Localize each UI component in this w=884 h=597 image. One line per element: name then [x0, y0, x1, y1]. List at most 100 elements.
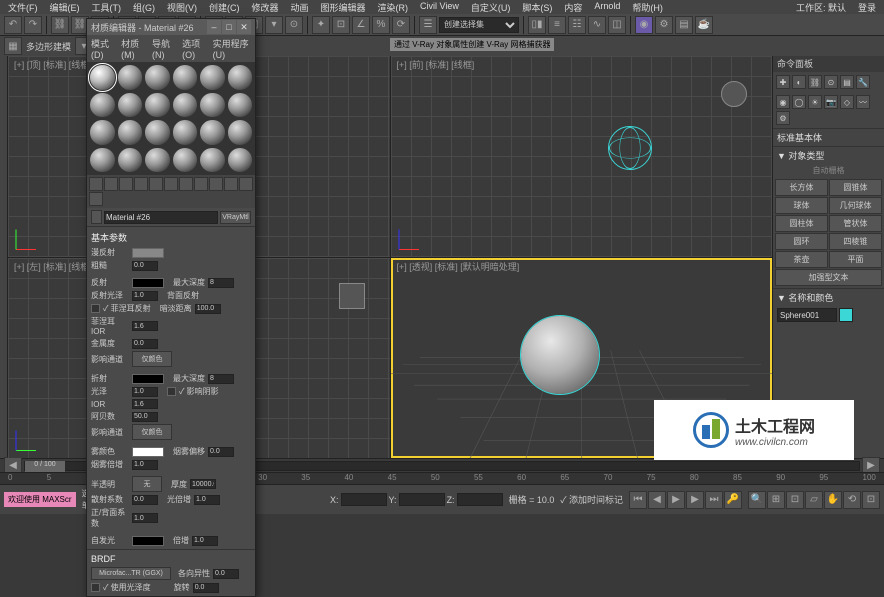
pyramid-button[interactable]: 四棱锥: [829, 233, 882, 250]
menu-render[interactable]: 渲染(R): [378, 1, 409, 13]
make-copy-icon[interactable]: [149, 177, 163, 191]
diffuse-swatch[interactable]: [132, 248, 164, 258]
fog-mult-input[interactable]: [132, 460, 158, 470]
material-slot[interactable]: [228, 120, 253, 145]
hierarchy-tab-icon[interactable]: ⛓: [808, 75, 822, 89]
viewport-top-label[interactable]: [+] [顶] [标准] [线框]: [14, 58, 92, 71]
material-slot[interactable]: [200, 65, 225, 90]
menu-content[interactable]: 内容: [564, 1, 582, 13]
teapot-button[interactable]: 茶壶: [775, 251, 828, 268]
mat-menu-material[interactable]: 材质(M): [121, 37, 146, 60]
time-slider-handle[interactable]: 0 / 100: [25, 461, 65, 473]
cylinder-button[interactable]: 圆柱体: [775, 215, 828, 232]
assign-material-icon[interactable]: [119, 177, 133, 191]
cone-button[interactable]: 圆锥体: [829, 179, 882, 196]
material-slot[interactable]: [145, 148, 170, 173]
material-slot[interactable]: [173, 120, 198, 145]
object-type-rollout[interactable]: ▼ 对象类型: [773, 146, 884, 164]
self-mult-input[interactable]: [192, 536, 218, 546]
material-slot[interactable]: [173, 93, 198, 118]
menu-script[interactable]: 脚本(S): [522, 1, 552, 13]
menu-graph[interactable]: 图形编辑器: [321, 1, 366, 13]
geometry-icon[interactable]: ◉: [776, 95, 790, 109]
viewport-persp-label[interactable]: [+] [透视] [标准] [默认明暗处理]: [397, 260, 520, 273]
metalness-input[interactable]: [132, 339, 158, 349]
name-color-rollout[interactable]: ▼ 名称和颜色: [773, 288, 884, 306]
mat-menu-options[interactable]: 选项(O): [182, 37, 207, 60]
pivot-icon[interactable]: ⊙: [285, 16, 303, 34]
material-slot[interactable]: [173, 148, 198, 173]
snap-icon[interactable]: ⊡: [332, 16, 350, 34]
mat-menu-nav[interactable]: 导航(N): [152, 37, 176, 60]
basic-params-title[interactable]: 基本参数: [91, 229, 251, 246]
go-parent-icon[interactable]: [239, 177, 253, 191]
affect-ch2-dropdown[interactable]: 仅颜色: [132, 424, 172, 440]
menu-create[interactable]: 创建(C): [209, 1, 240, 13]
geosphere-button[interactable]: 几何球体: [829, 197, 882, 214]
material-slot[interactable]: [90, 65, 115, 90]
menu-file[interactable]: 文件(F): [8, 1, 38, 13]
tube-button[interactable]: 管状体: [829, 215, 882, 232]
material-slot[interactable]: [118, 120, 143, 145]
material-slot[interactable]: [200, 148, 225, 173]
workspace-label[interactable]: 工作区: 默认: [796, 1, 846, 13]
undo-icon[interactable]: ↶: [4, 16, 22, 34]
material-id-icon[interactable]: [194, 177, 208, 191]
menu-tools[interactable]: 工具(T): [92, 1, 122, 13]
curve-editor-icon[interactable]: ∿: [588, 16, 606, 34]
brdf-type-dropdown[interactable]: Microfac...TR (GGX): [91, 567, 171, 580]
spacewarps-icon[interactable]: 〰: [856, 95, 870, 109]
material-slot[interactable]: [228, 148, 253, 173]
roughness-input[interactable]: [132, 261, 158, 271]
fwd-input[interactable]: [132, 513, 158, 523]
material-slot[interactable]: [90, 93, 115, 118]
spinner-snap-icon[interactable]: ⟳: [392, 16, 410, 34]
fresnel-checkbox[interactable]: [91, 304, 100, 313]
utilities-tab-icon[interactable]: 🔧: [856, 75, 870, 89]
fog-bias-input[interactable]: [208, 447, 234, 457]
viewcube-icon[interactable]: [339, 283, 365, 309]
ref-coord-icon[interactable]: ▾: [265, 16, 283, 34]
max-depth2-input[interactable]: [208, 374, 234, 384]
mat-menu-mode[interactable]: 模式(D): [91, 37, 115, 60]
material-slot[interactable]: [145, 93, 170, 118]
menu-civil[interactable]: Civil View: [420, 1, 459, 13]
material-slot[interactable]: [118, 65, 143, 90]
affect-shadows-checkbox[interactable]: [167, 387, 176, 396]
refraction-swatch[interactable]: [132, 374, 164, 384]
plane-button[interactable]: 平面: [829, 251, 882, 268]
box-button[interactable]: 长方体: [775, 179, 828, 196]
material-slot[interactable]: [228, 93, 253, 118]
refl-gloss-input[interactable]: [132, 291, 158, 301]
make-unique-icon[interactable]: [164, 177, 178, 191]
rotation-input[interactable]: [193, 583, 219, 593]
ior-input[interactable]: [132, 399, 158, 409]
menu-view[interactable]: 视图(V): [167, 1, 197, 13]
display-tab-icon[interactable]: ▤: [840, 75, 854, 89]
primitive-dropdown[interactable]: 标准基本体: [773, 128, 884, 146]
sphere-wireframe[interactable]: [608, 126, 652, 170]
show-map-icon[interactable]: [209, 177, 223, 191]
align-icon[interactable]: ≡: [548, 16, 566, 34]
affect-ch1-dropdown[interactable]: 仅颜色: [132, 351, 172, 367]
named-sel-icon[interactable]: ☰: [419, 16, 437, 34]
motion-tab-icon[interactable]: ⊙: [824, 75, 838, 89]
menu-edit[interactable]: 编辑(E): [50, 1, 80, 13]
material-name-input[interactable]: [104, 211, 218, 224]
menu-custom[interactable]: 自定义(U): [471, 1, 511, 13]
material-slot[interactable]: [90, 148, 115, 173]
menu-help[interactable]: 帮助(H): [632, 1, 663, 13]
material-type-button[interactable]: VRayMtl: [220, 211, 251, 224]
minimize-icon[interactable]: –: [207, 20, 221, 34]
material-slot[interactable]: [118, 148, 143, 173]
get-material-icon[interactable]: [89, 177, 103, 191]
mat-menu-util[interactable]: 实用程序(U): [213, 37, 251, 60]
menu-anim[interactable]: 动画: [291, 1, 309, 13]
viewport-front[interactable]: [+] [前] [标准] [线框]: [391, 56, 773, 257]
translucent-dropdown[interactable]: 无: [132, 476, 162, 492]
poly-modeling-icon[interactable]: ▦: [4, 37, 22, 55]
percent-snap-icon[interactable]: %: [372, 16, 390, 34]
material-slot[interactable]: [145, 65, 170, 90]
material-slot[interactable]: [200, 120, 225, 145]
aniso-input[interactable]: [213, 569, 239, 579]
